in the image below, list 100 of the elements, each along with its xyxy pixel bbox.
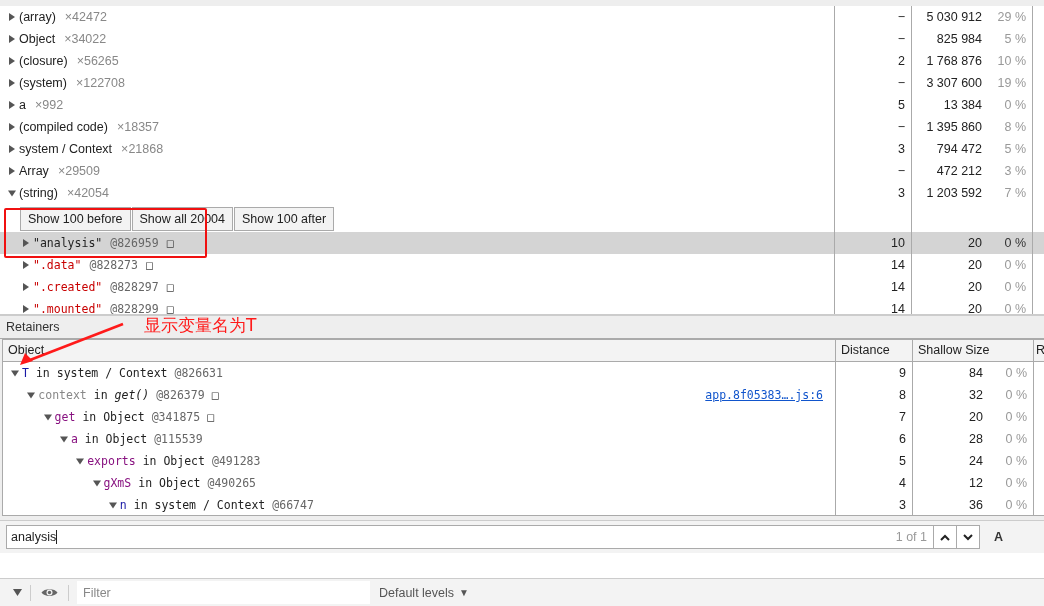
filter-field[interactable]: Filter — [77, 581, 370, 604]
expand-triangle-icon[interactable] — [8, 13, 16, 21]
paging-button[interactable]: Show 100 after — [234, 207, 335, 231]
column-header[interactable]: Distance — [841, 343, 890, 357]
store-glyph: □ — [166, 235, 174, 252]
shallow-size-cell-text: 32 — [969, 387, 984, 404]
constructor-row[interactable]: a ×992 — [0, 94, 835, 116]
object-id: @828299 — [110, 301, 159, 314]
distance-cell: 9 — [836, 362, 913, 384]
collapse-triangle-icon[interactable] — [27, 391, 36, 399]
object-row[interactable]: ".data" @828273 □ 14 20 0 % — [0, 254, 1044, 276]
instance-count: ×56265 — [76, 53, 119, 70]
distance-cell: 10 — [835, 232, 912, 254]
percent-cell-text: 0 % — [1004, 409, 1027, 426]
distance-cell: 3 — [835, 182, 912, 204]
collapse-triangle-icon[interactable] — [8, 189, 16, 197]
column-header[interactable]: Shallow Size — [918, 343, 990, 357]
distance-cell: 6 — [836, 428, 913, 450]
search-field[interactable]: analysis 1 of 1 — [6, 525, 980, 549]
constructor-row[interactable]: (array) ×42472 — [0, 6, 835, 28]
object-id: @491283 — [211, 453, 261, 470]
constructor-name: (compiled code) — [19, 119, 108, 136]
collapse-triangle-icon[interactable] — [92, 479, 101, 487]
shallow-size-cell-text: 24 — [969, 453, 984, 470]
shallow-size-cell-text: 28 — [969, 431, 984, 448]
constructor-row[interactable]: (closure) ×56265 — [0, 50, 835, 72]
string-value: ".data" — [33, 257, 82, 274]
collapse-triangle-icon[interactable] — [76, 457, 85, 465]
instance-count: ×34022 — [64, 31, 107, 48]
percent-cell-text: 19 % — [996, 75, 1026, 92]
expand-triangle-icon[interactable] — [22, 305, 30, 313]
retainer-row[interactable]: context in get() @826379 □ app.8f05383….js:6 8 32 0 % — [3, 384, 1044, 406]
owner-name: in Object — [84, 431, 148, 448]
object-row[interactable]: ".created" @828297 □ 14 20 0 % — [0, 276, 1044, 298]
retainer-row[interactable]: gXmS in Object @490265 4 12 0 % — [3, 472, 1044, 494]
constructor-name: a — [19, 97, 26, 114]
shallow-size-cell-text: 794 472 — [936, 141, 983, 158]
shallow-size-cell-text: 20 — [968, 279, 983, 296]
case-toggle[interactable]: A — [994, 530, 1004, 544]
expand-triangle-icon[interactable] — [8, 101, 16, 109]
retainer-name: a — [70, 431, 78, 448]
store-glyph: □ — [207, 409, 215, 426]
string-value: "analysis" — [33, 235, 103, 252]
collapse-triangle-icon[interactable] — [11, 369, 19, 377]
eye-icon[interactable] — [41, 587, 58, 598]
instance-count: ×18357 — [116, 119, 159, 136]
retainer-row[interactable]: a in Object @115539 6 28 0 % — [3, 428, 1044, 450]
distance-cell: − — [835, 160, 912, 182]
store-glyph: □ — [145, 257, 153, 274]
expand-triangle-icon[interactable] — [8, 123, 16, 131]
constructor-name: Object — [19, 31, 56, 48]
annotation-note: 显示变量名为T — [144, 314, 257, 337]
owner-name: in Object — [142, 453, 205, 470]
source-link[interactable]: app.8f05383….js:6 — [705, 384, 823, 406]
levels-dropdown[interactable]: Default levels ▼ — [379, 585, 469, 600]
retainer-row[interactable]: get in Object @341875 □ 7 20 0 % — [3, 406, 1044, 428]
expand-triangle-icon[interactable] — [8, 167, 16, 175]
distance-cell: − — [835, 28, 912, 50]
constructor-row[interactable]: system / Context ×21868 — [0, 138, 835, 160]
constructor-name: (array) — [19, 9, 56, 26]
expand-triangle-icon[interactable] — [8, 35, 16, 43]
string-value: ".created" — [33, 279, 103, 296]
constructor-row[interactable]: Object ×34022 — [0, 28, 835, 50]
constructor-row[interactable]: (compiled code) ×18357 — [0, 116, 835, 138]
expand-triangle-icon[interactable] — [22, 283, 30, 291]
constructor-row[interactable]: Array ×29509 — [0, 160, 835, 182]
object-id: @66747 — [272, 497, 314, 514]
shallow-size-cell-text: 84 — [969, 365, 984, 382]
expand-triangle-icon[interactable] — [8, 57, 16, 65]
percent-cell-text: 0 % — [1003, 257, 1026, 274]
retainer-row[interactable]: exports in Object @491283 5 24 0 % — [3, 450, 1044, 472]
constructor-name: system / Context — [19, 141, 113, 158]
collapse-triangle-icon[interactable] — [59, 435, 68, 443]
object-row[interactable]: "analysis" @826959 □ 10 20 0 % — [0, 232, 1044, 254]
constructor-name: (system) — [19, 75, 67, 92]
distance-cell: − — [835, 72, 912, 94]
column-header[interactable]: R — [1036, 343, 1044, 357]
owner-name: in Object — [82, 409, 145, 426]
percent-cell-text: 29 % — [996, 9, 1026, 26]
object-id: @826379 — [156, 387, 205, 404]
collapse-triangle-icon[interactable] — [108, 501, 117, 509]
drawer-triangle-icon[interactable] — [13, 589, 22, 596]
expand-triangle-icon[interactable] — [8, 145, 16, 153]
distance-cell: 8 — [836, 384, 913, 406]
expand-triangle-icon[interactable] — [8, 79, 16, 87]
retainer-row[interactable]: n in system / Context @66747 3 36 0 % — [3, 494, 1044, 515]
constructor-row[interactable]: (system) ×122708 — [0, 72, 835, 94]
shallow-size-cell-text: 36 — [969, 497, 984, 514]
object-id: @826959 — [110, 235, 159, 252]
percent-cell-text: 5 % — [1003, 31, 1026, 48]
store-glyph: □ — [166, 279, 174, 296]
expand-triangle-icon[interactable] — [22, 261, 30, 269]
paging-button[interactable]: Show 100 before — [20, 207, 131, 231]
instance-count: ×42472 — [64, 9, 107, 26]
constructor-row[interactable]: (string) ×42054 — [0, 182, 835, 204]
percent-cell-text: 0 % — [1003, 235, 1026, 252]
instance-count: ×21868 — [121, 141, 164, 158]
expand-triangle-icon[interactable] — [22, 239, 30, 247]
column-header[interactable]: Object — [8, 343, 45, 357]
collapse-triangle-icon[interactable] — [43, 413, 52, 421]
